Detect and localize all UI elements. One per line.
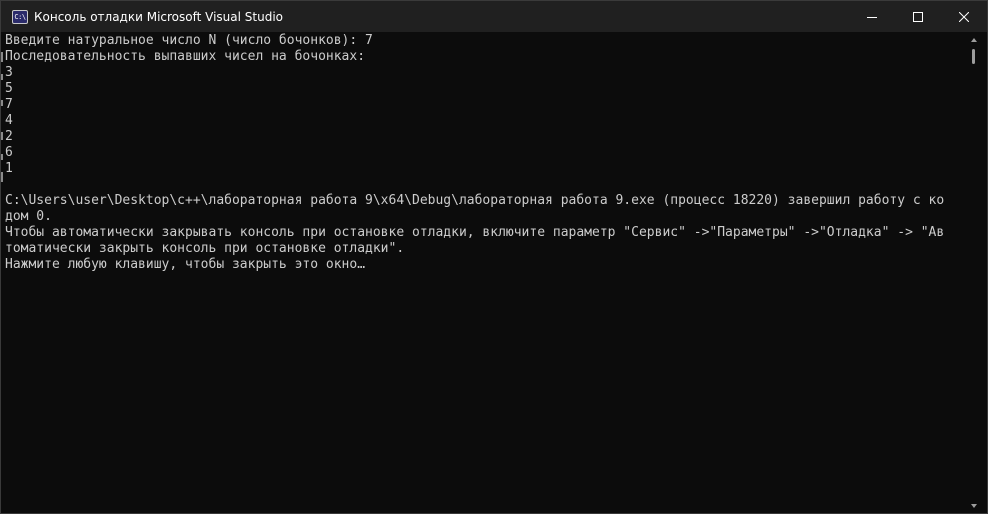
console-line: Последовательность выпавших чисел на боч… xyxy=(5,49,366,64)
close-button[interactable] xyxy=(941,1,987,32)
console-line: 2 xyxy=(5,129,13,144)
minimize-button[interactable] xyxy=(849,1,895,32)
console-line: Введите натуральное число N (число бочон… xyxy=(5,33,373,48)
console-line: 7 xyxy=(5,97,13,112)
console-line: 5 xyxy=(5,81,13,96)
console-line: Чтобы автоматически закрывать консоль пр… xyxy=(5,225,945,240)
console-line: 1 xyxy=(5,161,13,176)
console-output[interactable]: Введите натуральное число N (число бочон… xyxy=(1,32,963,513)
scroll-down-arrow-icon[interactable] xyxy=(971,504,977,508)
console-line: C:\Users\user\Desktop\c++\лабораторная р… xyxy=(5,193,945,208)
console-line: Нажмите любую клавишу, чтобы закрыть это… xyxy=(5,257,366,272)
window-controls xyxy=(849,1,987,32)
maximize-button[interactable] xyxy=(895,1,941,32)
scrollbar-thumb[interactable] xyxy=(972,49,975,64)
console-window: C:\ Консоль отладки Microsoft Visual Stu… xyxy=(0,0,988,514)
scroll-up-arrow-icon[interactable] xyxy=(971,38,977,42)
vertical-scrollbar[interactable] xyxy=(963,32,987,513)
maximize-icon xyxy=(913,11,923,22)
window-title: Консоль отладки Microsoft Visual Studio xyxy=(34,9,283,24)
console-line: дом 0. xyxy=(5,209,52,224)
console-line: 4 xyxy=(5,113,13,128)
close-icon xyxy=(959,11,969,22)
console-line: 6 xyxy=(5,145,13,160)
title-bar[interactable]: C:\ Консоль отладки Microsoft Visual Stu… xyxy=(1,1,987,32)
console-line: томатически закрыть консоль при остановк… xyxy=(5,241,405,256)
console-app-icon[interactable]: C:\ xyxy=(12,9,28,24)
minimize-icon xyxy=(867,16,877,18)
console-line: 3 xyxy=(5,65,13,80)
